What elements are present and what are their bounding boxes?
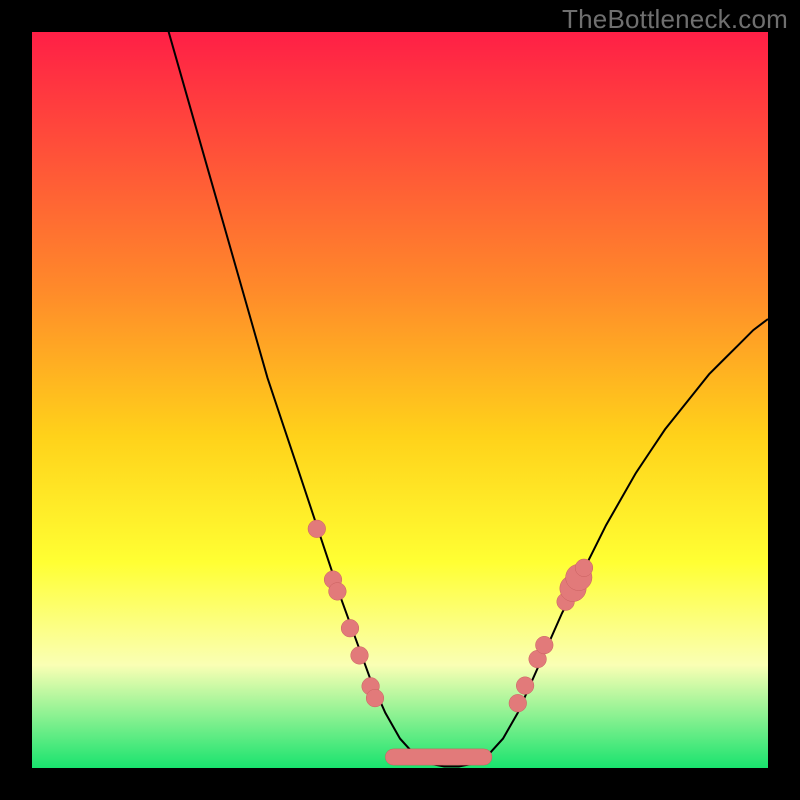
watermark-text: TheBottleneck.com (562, 4, 788, 35)
plot-area (32, 32, 768, 768)
gradient-background (32, 32, 768, 768)
curve-base-strip (385, 749, 492, 765)
chart-frame: TheBottleneck.com (0, 0, 800, 800)
plot-svg (32, 32, 768, 768)
